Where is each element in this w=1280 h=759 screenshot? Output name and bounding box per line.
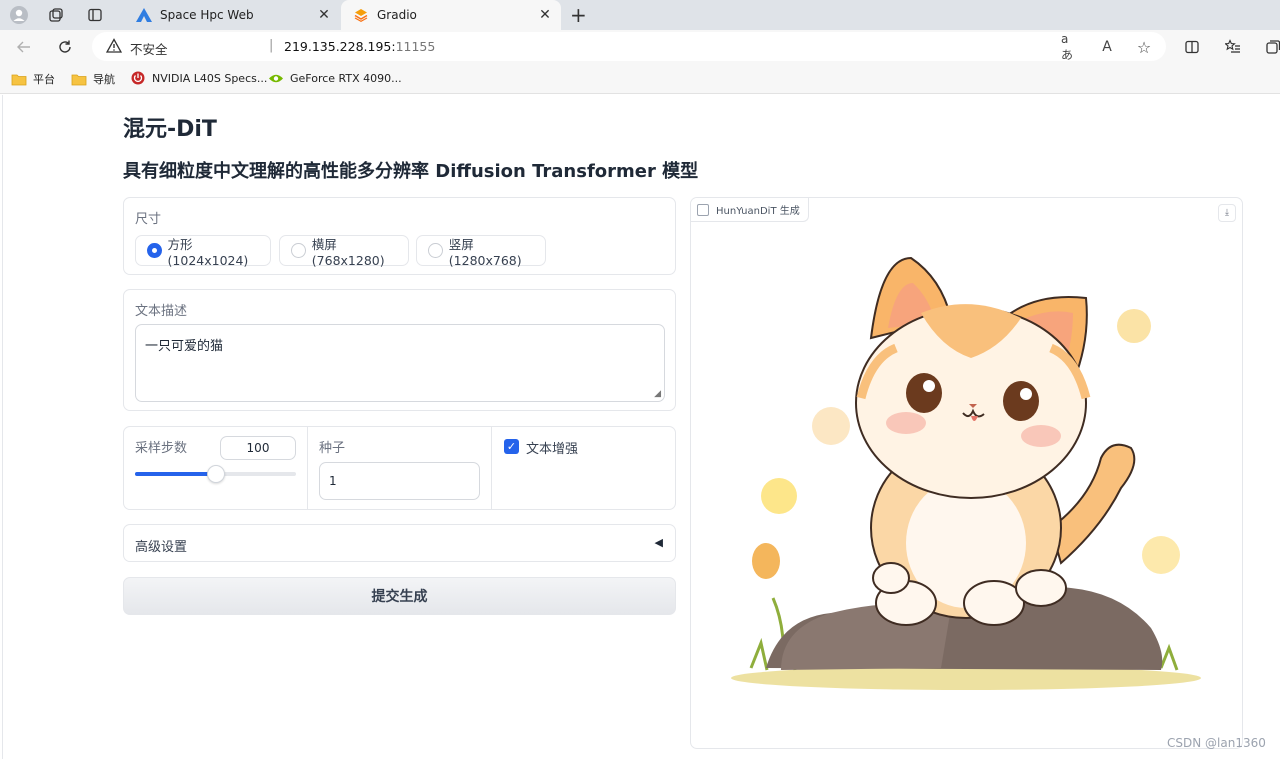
radio-label: 方形(1024x1024) <box>167 236 249 268</box>
close-tab-icon[interactable]: ✕ <box>537 7 553 23</box>
advanced-label: 高级设置 <box>135 540 188 555</box>
radio-portrait[interactable]: 竖屏(1280x768) <box>416 235 546 268</box>
radio-label: 横屏(768x1280) <box>311 236 385 268</box>
collapse-arrow-icon[interactable]: ◀ <box>655 536 663 549</box>
checkbox-checked-icon[interactable]: ✓ <box>504 439 519 454</box>
address-bar-row: 不安全 | 219.135.228.195:11155 aあ A ☆ <box>0 30 1280 64</box>
submit-button[interactable]: 提交生成 <box>123 577 676 615</box>
bookmark-rtx-4090[interactable]: GeForce RTX 4090... <box>268 71 402 85</box>
resize-handle-icon[interactable]: ◢ <box>654 389 661 399</box>
folder-icon <box>71 72 87 86</box>
close-tab-icon[interactable]: ✕ <box>316 7 332 23</box>
page-subtitle: 具有细粒度中文理解的高性能多分辨率 Diffusion Transformer … <box>123 161 699 182</box>
prompt-textarea[interactable]: 一只可爱的猫 ◢ <box>135 324 665 402</box>
steps-number-input[interactable]: 100 <box>220 436 296 460</box>
advanced-settings-accordion[interactable]: 高级设置 ◀ <box>123 524 676 562</box>
tab-space-hpc-web[interactable]: Space Hpc Web ✕ <box>124 0 340 30</box>
url-host: 219.135.228.195: <box>284 39 396 54</box>
radio-selected-icon[interactable] <box>147 243 162 258</box>
nvidia-icon <box>268 71 284 85</box>
watermark: CSDN @lan1360 <box>1167 736 1266 750</box>
slider-thumb[interactable] <box>206 465 225 483</box>
translate-icon[interactable]: aあ <box>1061 32 1079 62</box>
generated-cat-image <box>731 256 1201 690</box>
bookmark-label: GeForce RTX 4090... <box>290 71 402 85</box>
bookmark-label: NVIDIA L40S Specs... <box>152 71 268 85</box>
gradio-app: 混元-DiT 具有细粒度中文理解的高性能多分辨率 Diffusion Trans… <box>2 95 1280 759</box>
power-icon <box>130 71 146 85</box>
favorite-star-icon[interactable]: ☆ <box>1135 38 1153 57</box>
size-radio-group: 尺寸 方形(1024x1024) 横屏(768x1280) 竖屏(1280x76… <box>123 197 676 275</box>
enhance-checkbox-row[interactable]: ✓ 文本增强 <box>492 427 676 467</box>
back-arrow-icon[interactable] <box>13 36 35 58</box>
tab-actions-icon[interactable] <box>84 4 106 26</box>
favorites-list-icon[interactable] <box>1222 36 1244 58</box>
bookmark-navigation[interactable]: 导航 <box>71 71 115 87</box>
security-status[interactable]: 不安全 <box>130 39 168 58</box>
collections-icon[interactable] <box>1262 36 1280 58</box>
divider <box>307 427 308 509</box>
new-tab-icon[interactable]: + <box>570 3 587 27</box>
radio-landscape[interactable]: 横屏(768x1280) <box>279 235 409 268</box>
gradio-logo-icon <box>353 7 369 23</box>
output-image-panel: HunYuanDiT 生成 ⤓ <box>690 197 1243 749</box>
bookmarks-bar: 平台 导航 NVIDIA L40S Specs... GeForce RTX 4… <box>0 64 1280 94</box>
workspaces-icon[interactable] <box>45 4 67 26</box>
prompt-block: 文本描述 一只可爱的猫 ◢ <box>123 289 676 411</box>
profile-icon[interactable] <box>8 4 30 26</box>
seed-label: 种子 <box>319 441 346 456</box>
prompt-label: 文本描述 <box>135 304 188 319</box>
slider-fill <box>135 472 216 476</box>
tab-gradio[interactable]: Gradio ✕ <box>341 0 561 30</box>
omnibox[interactable]: 不安全 | 219.135.228.195:11155 aあ A ☆ <box>92 32 1166 62</box>
url-text[interactable]: 219.135.228.195:11155 <box>284 39 435 54</box>
tab-title: Space Hpc Web <box>160 8 254 22</box>
prompt-text: 一只可爱的猫 <box>145 339 224 354</box>
bookmark-platform[interactable]: 平台 <box>11 71 55 87</box>
tab-title: Gradio <box>377 8 417 22</box>
url-port: 11155 <box>395 39 436 54</box>
warning-icon[interactable] <box>105 38 123 54</box>
page-title: 混元-DiT <box>123 117 217 142</box>
steps-slider[interactable] <box>135 465 296 483</box>
bookmark-label: 平台 <box>33 73 55 86</box>
tab-bar: Space Hpc Web ✕ Gradio ✕ + <box>0 0 1280 30</box>
radio-unselected-icon[interactable] <box>291 243 306 258</box>
size-label: 尺寸 <box>135 212 162 227</box>
radio-unselected-icon[interactable] <box>428 243 443 258</box>
space-hpc-logo-icon <box>136 7 152 23</box>
controls-row: 采样步数 100 种子 1 ✓ 文本增强 <box>123 426 676 510</box>
bookmark-label: 导航 <box>93 73 115 86</box>
refresh-icon[interactable] <box>54 36 76 58</box>
split-screen-icon[interactable] <box>1181 36 1203 58</box>
enhance-label: 文本增强 <box>526 442 579 457</box>
steps-label: 采样步数 <box>135 441 188 456</box>
seed-input[interactable]: 1 <box>319 462 480 500</box>
read-aloud-icon[interactable]: A <box>1098 38 1116 56</box>
radio-square[interactable]: 方形(1024x1024) <box>135 235 271 268</box>
radio-label: 竖屏(1280x768) <box>448 236 522 268</box>
divider: | <box>269 38 274 53</box>
folder-icon <box>11 72 27 86</box>
bookmark-nvidia-l40s[interactable]: NVIDIA L40S Specs... <box>130 71 267 85</box>
